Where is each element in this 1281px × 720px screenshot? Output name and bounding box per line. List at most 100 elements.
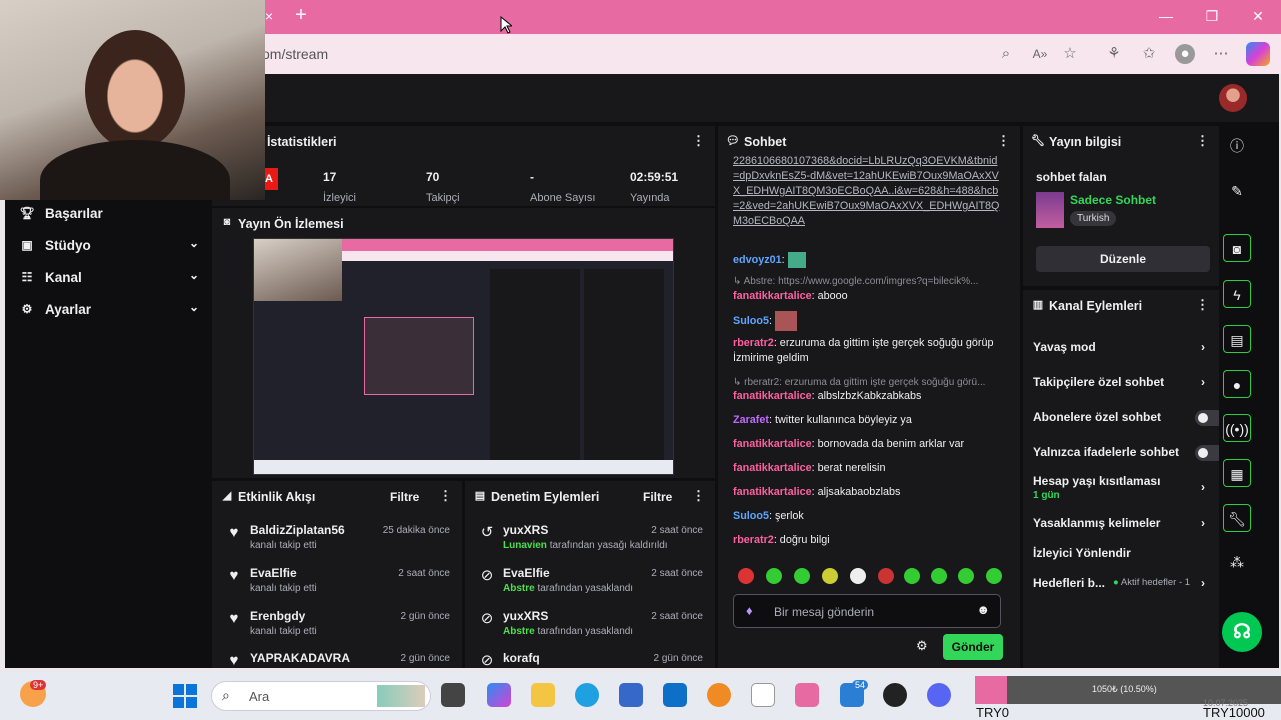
more-options-icon[interactable]: ⋮ (1196, 297, 1209, 313)
preview-header: ◙ Yayın Ön İzlemesi (212, 208, 715, 238)
blender-icon[interactable] (707, 683, 731, 707)
chevron-right-icon: › (1201, 516, 1205, 530)
activity-header: ◢ Etkinlik Akışı Filtre ⋮ (212, 481, 462, 511)
more-options-icon[interactable]: ⋮ (439, 488, 452, 504)
chat-icon: 💬︎ (726, 135, 740, 147)
emote-icon[interactable] (766, 568, 782, 584)
viewer-count: 17 (323, 170, 337, 184)
lightning-icon[interactable]: ϟ (1223, 280, 1251, 308)
category-link[interactable]: Sadece Sohbet (1070, 193, 1156, 207)
activity-feed-panel: ◢ Etkinlik Akışı Filtre ⋮ ♥ BaldizZiplat… (212, 481, 462, 668)
edge-icon[interactable] (575, 683, 599, 707)
restore-icon[interactable]: ❐ (1202, 8, 1222, 25)
info-icon[interactable]: ⓘ (1223, 132, 1251, 160)
chat-input[interactable]: ♦ Bir mesaj gönderin ☻ (733, 594, 1001, 628)
new-tab-icon[interactable]: + (290, 4, 312, 27)
tag-chip[interactable]: Turkish (1070, 211, 1117, 226)
moderation-filter-button[interactable]: Filtre (643, 490, 672, 504)
account-age-row[interactable]: Hesap yaşı kısıtlaması › 1 gün (1033, 474, 1213, 508)
favorites-icon[interactable]: ✩ (1139, 44, 1159, 64)
more-menu-icon[interactable]: ⋯ (1211, 44, 1231, 64)
stream-title: sohbet falan (1036, 170, 1107, 184)
studio-icon: ▣ (21, 238, 33, 252)
emote-icon[interactable] (794, 568, 810, 584)
emote-icon[interactable] (850, 568, 866, 584)
stream-preview-video (253, 238, 674, 475)
live-duration-label: Yayında (630, 192, 670, 204)
nav-item-settings[interactable]: ⚙ Ayarlar ⌄ (19, 298, 199, 326)
chevron-right-icon: › (1201, 340, 1205, 354)
eraser-app-icon[interactable] (795, 683, 819, 707)
activity-row: ♥ BaldizZiplatan56 kanalı takip etti 25 … (212, 523, 462, 565)
more-options-icon[interactable]: ⋮ (1196, 133, 1209, 149)
url-text[interactable]: om/stream (262, 46, 328, 62)
chat-message: fanatikkartalice: berat nerelisin (733, 462, 886, 474)
user-avatar[interactable] (1219, 84, 1247, 112)
raid-row[interactable]: İzleyici Yönlendir (1033, 546, 1213, 568)
emote-icon[interactable] (738, 568, 754, 584)
taskbar-search[interactable]: ⌕ Ara (211, 681, 431, 711)
bits-icon[interactable]: ♦ (746, 603, 753, 618)
copilot-icon[interactable] (1246, 42, 1270, 66)
more-options-icon[interactable]: ⋮ (692, 488, 705, 504)
minimize-icon[interactable]: — (1156, 8, 1176, 24)
help-headset-icon[interactable]: ☊ (1222, 612, 1262, 652)
copilot-taskbar-icon[interactable] (487, 683, 511, 707)
followers-only-row[interactable]: Takipçilere özel sohbet › (1033, 375, 1213, 397)
emote-icon[interactable] (931, 568, 947, 584)
emote-icon[interactable] (822, 568, 838, 584)
info-header: 🔧︎ Yayın bilgisi ⋮ (1031, 133, 1209, 149)
extensions-icon[interactable]: ⚘ (1104, 44, 1124, 64)
chat-bubble-icon[interactable]: ● (1223, 370, 1251, 398)
more-options-icon[interactable]: ⋮ (997, 133, 1010, 149)
chat-message: fanatikkartalice: bornovada da benim ark… (733, 438, 965, 450)
broadcast-icon[interactable]: ((•)) (1223, 414, 1251, 442)
zoom-icon[interactable]: ⌕ (996, 44, 1016, 64)
windows-start-icon[interactable] (173, 684, 197, 708)
wrench-icon[interactable]: 🔧︎ (1223, 504, 1251, 532)
discord-icon[interactable] (927, 683, 951, 707)
banned-words-row[interactable]: Yasaklanmış kelimeler › (1033, 516, 1213, 538)
emote-only-toggle[interactable] (1195, 445, 1219, 461)
document-icon[interactable]: ▤ (1223, 325, 1251, 353)
close-window-icon[interactable]: ✕ (1248, 8, 1268, 25)
heart-icon: ♥ (229, 652, 239, 669)
nav-item-channel[interactable]: ☷ Kanal ⌄ (19, 266, 199, 294)
favorite-star-icon[interactable]: ☆ (1060, 44, 1080, 64)
nav-item-achievements[interactable]: 🏆︎ Başarılar (19, 202, 199, 230)
outlook-icon[interactable] (663, 683, 687, 707)
preview-toggle-icon[interactable]: ◙ (1223, 234, 1251, 262)
emote-icon[interactable] (878, 568, 894, 584)
app-m-icon[interactable] (751, 683, 775, 707)
edit-button[interactable]: Düzenle (1036, 246, 1210, 272)
chat-header: 💬︎ Sohbet ⋮ (726, 133, 1010, 149)
slow-mode-row[interactable]: Yavaş mod › (1033, 340, 1213, 362)
activity-filter-button[interactable]: Filtre (390, 490, 419, 504)
chat-settings-icon[interactable]: ⚙ (916, 638, 928, 654)
store-icon[interactable] (619, 683, 643, 707)
stream-info-panel: 🔧︎ Yayın bilgisi ⋮ sohbet falan Sadece S… (1023, 126, 1219, 286)
nav-item-studio[interactable]: ▣ Stüdyo ⌄ (19, 234, 199, 262)
pencil-icon[interactable]: ✎ (1223, 177, 1251, 205)
emoji-picker-icon[interactable]: ☻ (976, 602, 990, 617)
subscriber-label: Abone Sayısı (530, 192, 596, 204)
file-explorer-icon[interactable] (531, 683, 555, 707)
task-view-icon[interactable] (441, 683, 465, 707)
actions-icon: ▥ (1032, 299, 1044, 311)
dashboard-icon[interactable]: ▦ (1223, 459, 1251, 487)
stats-title: ı İstatistikleri (260, 135, 337, 149)
category-box-art (1036, 192, 1064, 228)
channel-icon: ☷ (21, 270, 33, 284)
emote-icon[interactable] (986, 568, 1002, 584)
emote-icon[interactable] (904, 568, 920, 584)
steam-icon[interactable] (883, 683, 907, 707)
read-aloud-icon[interactable]: A» (1030, 44, 1050, 64)
goals-row[interactable]: Hedefleri b... ● Aktif hedefler - 1 › (1033, 576, 1213, 598)
send-button[interactable]: Gönder (943, 634, 1003, 660)
profile-icon[interactable]: ● (1175, 44, 1195, 64)
quick-actions-icon[interactable]: ⁂ (1223, 548, 1251, 576)
emote-icon[interactable] (958, 568, 974, 584)
chat-panel: 💬︎ Sohbet ⋮ 2286106680107368&docid=LbLRU… (718, 126, 1020, 668)
more-options-icon[interactable]: ⋮ (692, 133, 705, 149)
subscribers-only-toggle[interactable] (1195, 410, 1219, 426)
